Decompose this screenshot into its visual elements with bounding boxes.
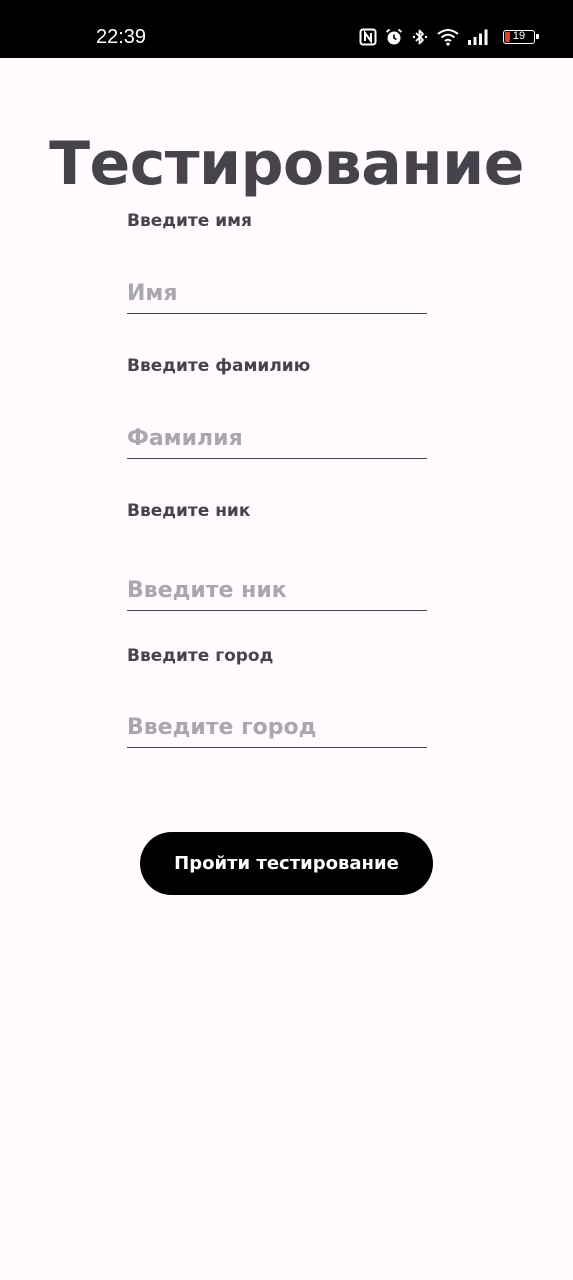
nickname-input[interactable] <box>127 571 427 611</box>
first-name-label: Введите имя <box>127 211 252 231</box>
status-icons: 19 <box>359 24 539 50</box>
signal-icon <box>467 28 489 46</box>
city-label: Введите город <box>127 646 274 666</box>
battery-level: 19 <box>512 30 526 42</box>
start-test-button[interactable]: Пройти тестирование <box>140 832 433 895</box>
first-name-input[interactable] <box>127 274 427 314</box>
city-input[interactable] <box>127 708 427 748</box>
status-time: 22:39 <box>96 26 147 48</box>
nfc-icon <box>359 28 377 46</box>
page-title: Тестирование <box>49 129 524 199</box>
battery-icon: 19 <box>503 30 539 44</box>
bluetooth-icon <box>411 28 429 46</box>
wifi-icon <box>437 28 459 46</box>
nickname-label: Введите ник <box>127 501 251 521</box>
last-name-input[interactable] <box>127 419 427 459</box>
last-name-label: Введите фамилию <box>127 356 311 376</box>
alarm-icon <box>385 28 403 46</box>
status-bar: 22:39 19 <box>0 0 573 58</box>
